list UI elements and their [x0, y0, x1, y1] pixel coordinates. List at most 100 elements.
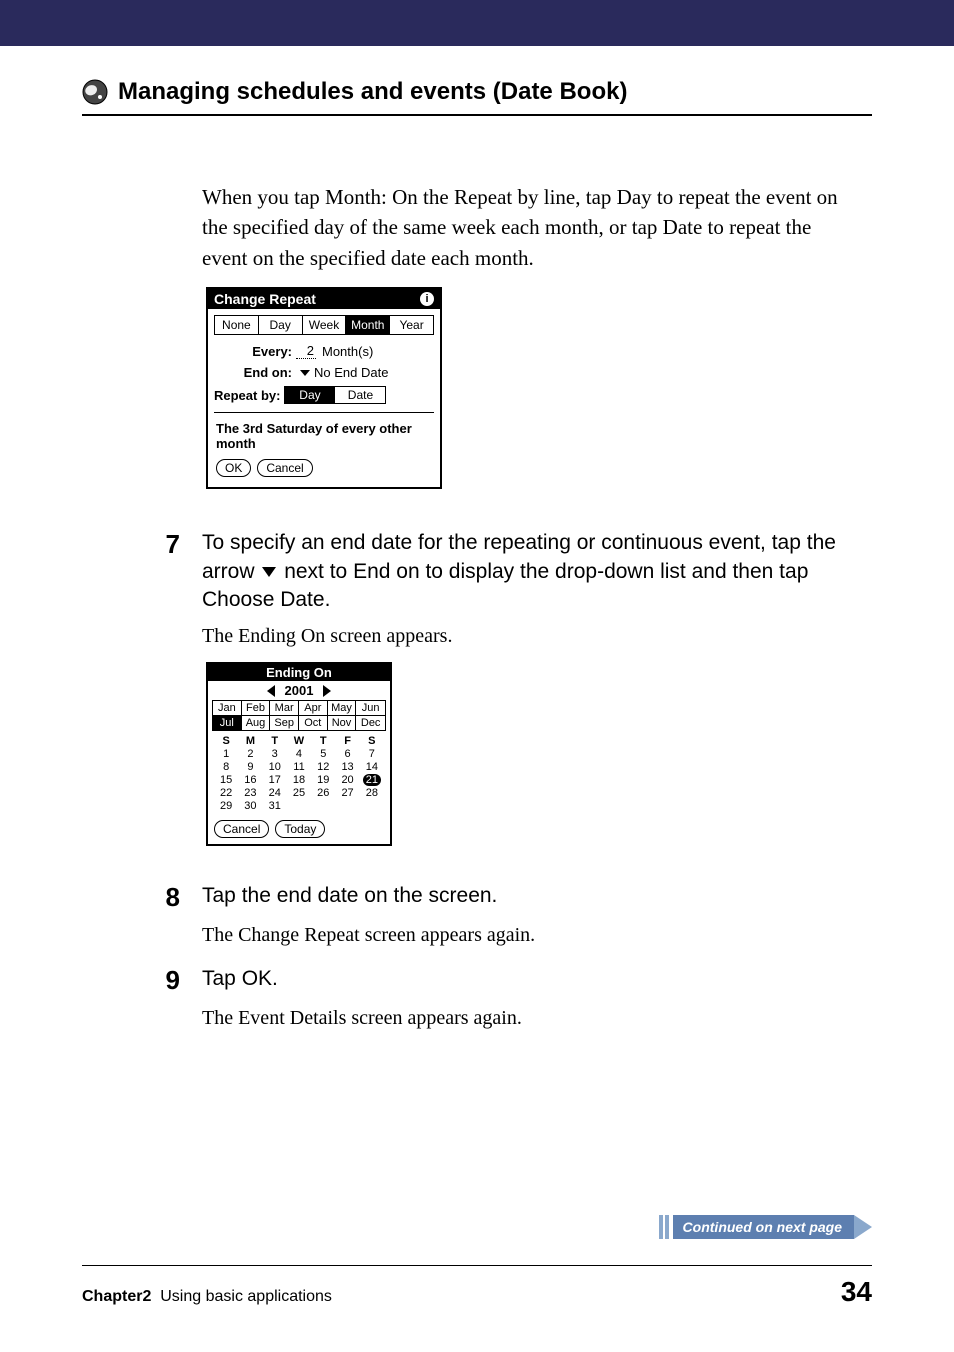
day-cell — [287, 800, 311, 812]
day-cell-selected[interactable]: 21 — [363, 774, 381, 786]
tab-day[interactable]: Day — [259, 316, 303, 334]
change-repeat-title: Change Repeat — [214, 291, 316, 307]
change-repeat-titlebar: Change Repeat i — [208, 289, 440, 309]
page-heading: Managing schedules and events (Date Book… — [82, 78, 872, 116]
day-cell[interactable]: 18 — [287, 774, 311, 786]
day-cell[interactable]: 29 — [214, 800, 238, 812]
day-cell[interactable]: 31 — [263, 800, 287, 812]
day-cell[interactable]: 30 — [238, 800, 262, 812]
tab-month[interactable]: Month — [346, 316, 390, 334]
month-apr[interactable]: Apr — [299, 701, 328, 716]
change-repeat-panel: Change Repeat i None Day Week Month Year… — [206, 287, 442, 489]
heading-text: Managing schedules and events (Date Book… — [118, 78, 627, 106]
year-value: 2001 — [285, 683, 314, 698]
step-9-text: Tap OK. — [202, 965, 278, 996]
month-mar[interactable]: Mar — [270, 701, 299, 716]
day-cell[interactable]: 23 — [238, 787, 262, 799]
day-cell[interactable]: 20 — [335, 774, 359, 786]
month-may[interactable]: May — [328, 701, 357, 716]
day-cell[interactable]: 7 — [360, 748, 384, 760]
day-cell[interactable]: 24 — [263, 787, 287, 799]
intro-paragraph: When you tap Month: On the Repeat by lin… — [202, 182, 842, 273]
day-cell[interactable]: 27 — [335, 787, 359, 799]
month-aug[interactable]: Aug — [242, 716, 271, 730]
month-feb[interactable]: Feb — [242, 701, 271, 716]
ending-on-panel: Ending On 2001 Jan Feb Mar Apr May Jun J… — [206, 662, 392, 846]
day-cell[interactable]: 6 — [335, 748, 359, 760]
day-cell[interactable]: 13 — [335, 761, 359, 773]
next-year-icon[interactable] — [323, 685, 331, 697]
top-bar — [0, 0, 954, 46]
repeat-by-date[interactable]: Date — [335, 387, 385, 403]
dropdown-arrow-icon[interactable] — [300, 370, 310, 376]
day-cell[interactable]: 9 — [238, 761, 262, 773]
chapter-label: Chapter2 — [82, 1288, 151, 1305]
step-8: 8 Tap the end date on the screen. — [156, 882, 872, 913]
step-7-follow: The Ending On screen appears. — [202, 622, 872, 650]
calendar-grid: S M T W T F S 1 2 3 4 5 6 7 8 9 10 11 12… — [214, 735, 384, 812]
day-cell[interactable]: 15 — [214, 774, 238, 786]
ribbon-arrow-icon — [854, 1215, 872, 1239]
every-label: Every: — [214, 344, 296, 359]
page-footer: Chapter2 Using basic applications 34 — [82, 1265, 872, 1308]
every-input[interactable]: 2 — [296, 343, 316, 359]
month-oct[interactable]: Oct — [299, 716, 328, 730]
tab-week[interactable]: Week — [303, 316, 347, 334]
step-9: 9 Tap OK. — [156, 965, 872, 996]
day-cell[interactable]: 28 — [360, 787, 384, 799]
page-number: 34 — [841, 1276, 872, 1308]
day-cell[interactable]: 16 — [238, 774, 262, 786]
day-cell — [360, 800, 384, 812]
step-9-number: 9 — [156, 965, 180, 996]
chapter-title: Using basic applications — [160, 1288, 332, 1305]
day-cell[interactable]: 12 — [311, 761, 335, 773]
end-on-value[interactable]: No End Date — [314, 365, 388, 380]
day-cell — [311, 800, 335, 812]
month-dec[interactable]: Dec — [356, 716, 385, 730]
day-cell[interactable]: 3 — [263, 748, 287, 760]
continued-ribbon: Continued on next page — [659, 1215, 872, 1239]
every-unit: Month(s) — [322, 344, 373, 359]
continued-text: Continued on next page — [673, 1215, 854, 1239]
month-jul[interactable]: Jul — [213, 716, 242, 730]
datebook-icon — [82, 79, 108, 105]
year-selector: 2001 — [208, 681, 390, 700]
month-sep[interactable]: Sep — [270, 716, 299, 730]
day-cell[interactable]: 17 — [263, 774, 287, 786]
ending-on-title: Ending On — [208, 664, 390, 681]
today-button[interactable]: Today — [275, 820, 325, 838]
prev-year-icon[interactable] — [267, 685, 275, 697]
ok-button[interactable]: OK — [216, 459, 251, 477]
tab-none[interactable]: None — [215, 316, 259, 334]
step-9-follow: The Event Details screen appears again. — [202, 1004, 872, 1032]
repeat-frequency-tabs: None Day Week Month Year — [214, 315, 434, 335]
repeat-summary: The 3rd Saturday of every other month — [214, 412, 434, 459]
repeat-by-day[interactable]: Day — [285, 387, 335, 403]
day-cell[interactable]: 8 — [214, 761, 238, 773]
day-cell[interactable]: 25 — [287, 787, 311, 799]
repeat-by-label: Repeat by: — [214, 388, 280, 403]
day-cell[interactable]: 22 — [214, 787, 238, 799]
tab-year[interactable]: Year — [390, 316, 433, 334]
month-grid: Jan Feb Mar Apr May Jun Jul Aug Sep Oct … — [212, 700, 386, 731]
month-jan[interactable]: Jan — [213, 701, 242, 716]
ribbon-bars-icon — [659, 1215, 669, 1239]
cancel-button[interactable]: Cancel — [257, 459, 312, 477]
day-cell[interactable]: 2 — [238, 748, 262, 760]
day-cell[interactable]: 10 — [263, 761, 287, 773]
day-cell[interactable]: 19 — [311, 774, 335, 786]
day-cell[interactable]: 14 — [360, 761, 384, 773]
info-icon[interactable]: i — [420, 292, 434, 306]
step-8-text: Tap the end date on the screen. — [202, 882, 497, 913]
day-cell[interactable]: 4 — [287, 748, 311, 760]
day-cell[interactable]: 1 — [214, 748, 238, 760]
step-7: 7 To specify an end date for the repeati… — [156, 529, 872, 614]
day-cell[interactable]: 5 — [311, 748, 335, 760]
day-cell[interactable]: 11 — [287, 761, 311, 773]
step-8-follow: The Change Repeat screen appears again. — [202, 921, 872, 949]
cancel-button[interactable]: Cancel — [214, 820, 269, 838]
month-jun[interactable]: Jun — [356, 701, 385, 716]
step-8-number: 8 — [156, 882, 180, 913]
month-nov[interactable]: Nov — [328, 716, 357, 730]
day-cell[interactable]: 26 — [311, 787, 335, 799]
